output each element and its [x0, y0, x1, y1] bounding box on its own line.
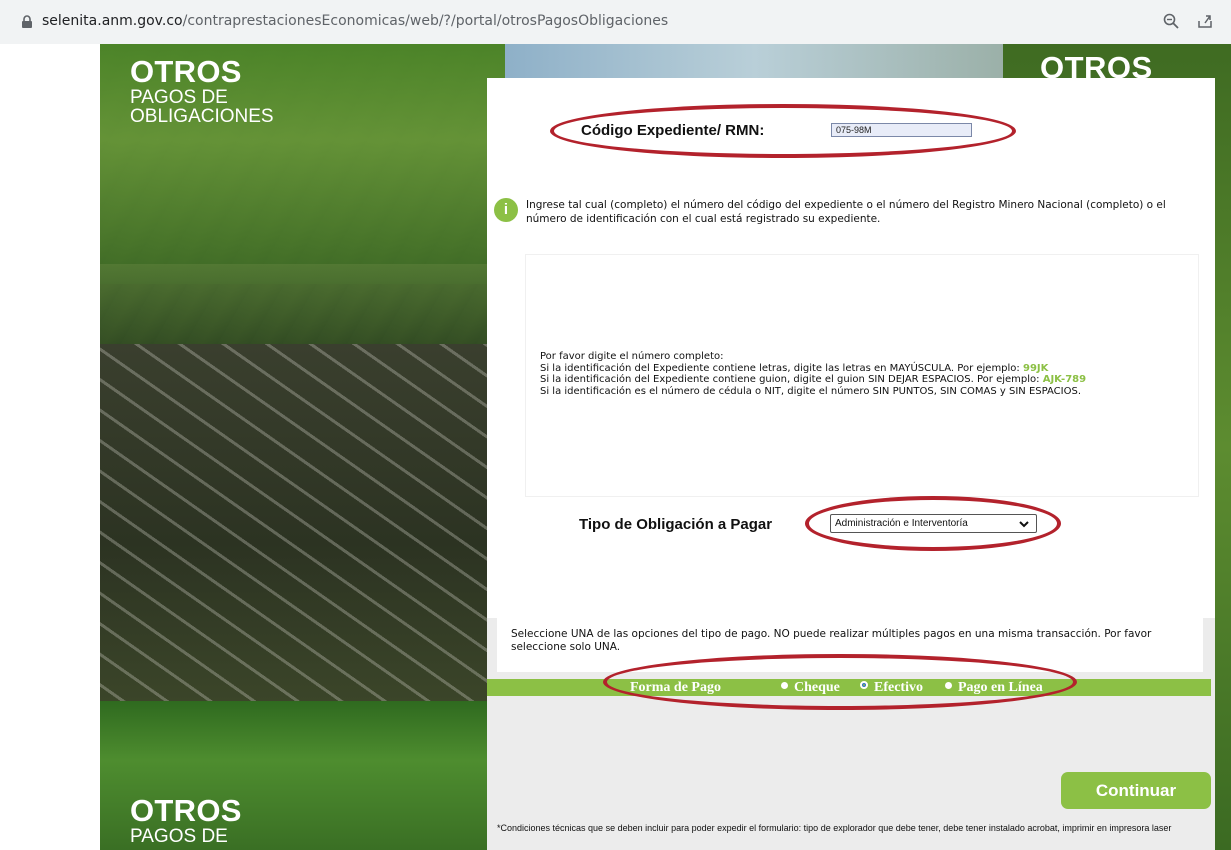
instructions-lines: Por favor digite el número completo: Si …: [540, 351, 1086, 397]
payment-option-pago-en-linea[interactable]: Pago en Línea: [945, 680, 1043, 696]
info-icon: i: [494, 198, 518, 222]
tipo-obligacion-label: Tipo de Obligación a Pagar: [579, 516, 773, 533]
page-banner-title: OTROS PAGOS DE OBLIGACIONES: [130, 54, 274, 127]
background-hills: [100, 264, 505, 354]
instruction-line-3-text: Si la identificación del Expediente cont…: [540, 374, 1043, 385]
background-photo-top: [505, 44, 1005, 78]
instruction-line-3: Si la identificación del Expediente cont…: [540, 374, 1086, 386]
tipo-obligacion-select[interactable]: Administración e Interventoría: [830, 514, 1037, 533]
codigo-expediente-label: Código Expediente/ RMN:: [581, 122, 765, 139]
continuar-button[interactable]: Continuar: [1061, 772, 1211, 809]
background-conveyor: [100, 344, 505, 744]
share-icon[interactable]: [1196, 12, 1214, 30]
banner-lower-title-main: OTROS: [130, 793, 242, 828]
zoom-icon[interactable]: [1162, 12, 1180, 30]
url-text[interactable]: selenita.anm.gov.co/contraprestacionesEc…: [42, 13, 668, 29]
page-banner-title-lower: OTROS PAGOS DE: [130, 793, 242, 847]
forma-pago-bar: Forma de Pago Cheque Efectivo Pago en Lí…: [487, 679, 1211, 696]
instruction-example-guion: AJK-789: [1042, 374, 1087, 385]
footnote-text: *Condiciones técnicas que se deben inclu…: [497, 823, 1172, 833]
banner-title-line3: OBLIGACIONES: [130, 106, 274, 127]
tipo-obligacion-selected: Administración e Interventoría: [835, 518, 968, 529]
instruction-line-2-text: Si la identificación del Expediente cont…: [540, 362, 1023, 374]
radio-efectivo[interactable]: [860, 681, 868, 689]
instruction-line-1: Por favor digite el número completo:: [540, 351, 724, 362]
info-text: Ingrese tal cual (completo) el número de…: [526, 199, 1166, 225]
banner-lower-title-line2: PAGOS DE: [130, 826, 228, 847]
forma-pago-label: Forma de Pago: [630, 680, 721, 695]
banner-title-line2: PAGOS DE: [130, 87, 228, 108]
payment-note-text: Seleccione UNA de las opciones del tipo …: [511, 628, 1152, 653]
payment-option-efectivo[interactable]: Efectivo: [860, 680, 923, 696]
url-domain: selenita.anm.gov.co: [42, 13, 183, 29]
url-path: /contraprestacionesEconomicas/web/?/port…: [182, 13, 669, 29]
background-photo-left: [100, 44, 505, 850]
payment-option-cheque[interactable]: Cheque: [781, 680, 840, 696]
radio-pago-en-linea[interactable]: [945, 682, 952, 689]
payment-option-pago-en-linea-label: Pago en Línea: [958, 680, 1043, 695]
banner-title-main: OTROS: [130, 54, 242, 89]
instruction-line-4: Si la identificación es el número de céd…: [540, 385, 1081, 397]
chevron-down-icon: [1019, 521, 1029, 528]
lock-icon: [22, 15, 32, 28]
codigo-expediente-input[interactable]: 075-98M: [831, 123, 972, 137]
instructions-box: Por favor digite el número completo: Si …: [525, 254, 1199, 497]
payment-option-efectivo-label: Efectivo: [874, 680, 923, 695]
instruction-example-letters: 99JK: [1022, 362, 1049, 374]
radio-cheque[interactable]: [781, 682, 788, 689]
payment-option-cheque-label: Cheque: [794, 680, 840, 695]
payment-note-box: Seleccione UNA de las opciones del tipo …: [497, 618, 1203, 672]
browser-address-bar: selenita.anm.gov.co/contraprestacionesEc…: [0, 0, 1231, 44]
instruction-line-2: Si la identificación del Expediente cont…: [540, 363, 1086, 375]
